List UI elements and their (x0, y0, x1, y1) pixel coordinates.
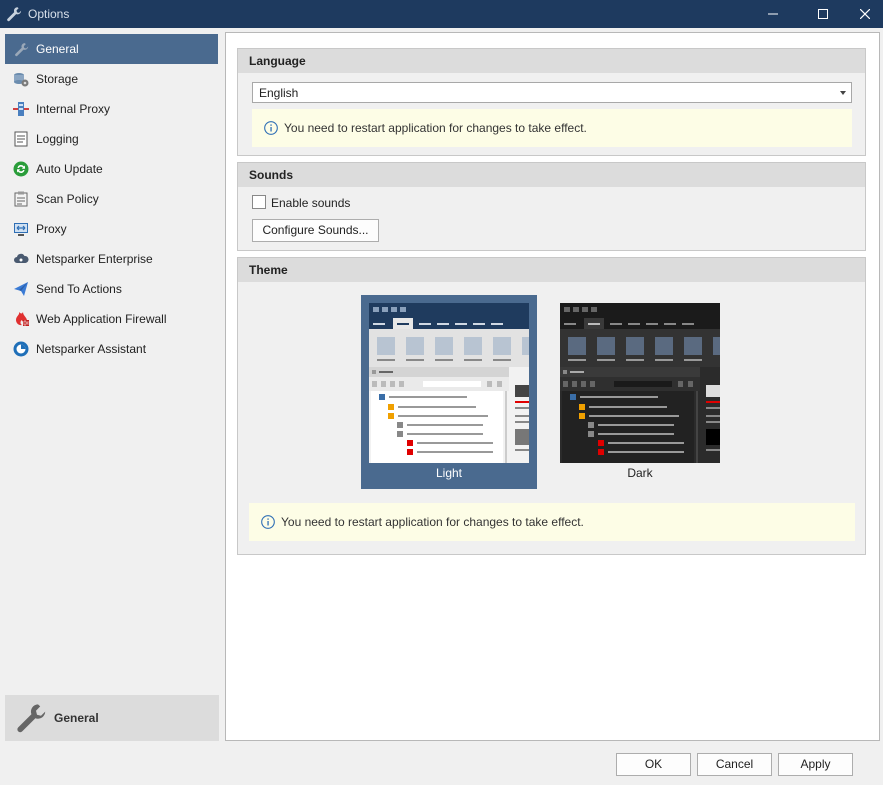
sidebar-item-label: Netsparker Enterprise (36, 252, 153, 266)
sidebar: General Storage Internal Proxy Logging A… (0, 28, 222, 785)
sidebar-item-auto-update[interactable]: Auto Update (5, 154, 218, 184)
wrench-icon (13, 41, 29, 57)
enable-sounds-label: Enable sounds (271, 196, 351, 210)
minimize-icon (768, 13, 778, 15)
language-select-value: English (259, 86, 299, 100)
wrench-icon (15, 702, 47, 734)
sidebar-item-label: Send To Actions (36, 282, 122, 296)
theme-option-light[interactable]: Light (361, 295, 537, 489)
sidebar-nav: General Storage Internal Proxy Logging A… (5, 34, 218, 364)
enable-sounds-checkbox[interactable] (252, 195, 266, 209)
maximize-icon (818, 9, 828, 19)
sounds-header: Sounds (238, 163, 865, 187)
theme-group: Theme Light Dark You need to restart app… (237, 257, 866, 555)
sidebar-item-label: Logging (36, 132, 79, 146)
sidebar-item-label: Netsparker Assistant (36, 342, 147, 356)
enterprise-icon (13, 251, 29, 267)
proxy-icon (13, 221, 29, 237)
title-bar: Options (0, 0, 883, 28)
language-restart-notice: You need to restart application for chan… (252, 109, 852, 147)
theme-restart-notice: You need to restart application for chan… (249, 503, 855, 541)
sidebar-item-label: Storage (36, 72, 79, 86)
close-button[interactable] (843, 0, 883, 28)
internal-proxy-icon (13, 101, 29, 117)
info-icon (261, 515, 275, 529)
storage-icon (13, 71, 29, 87)
sidebar-item-general[interactable]: General (5, 34, 218, 64)
language-header: Language (238, 49, 865, 73)
minimize-button[interactable] (751, 0, 795, 28)
language-group: Language English You need to restart app… (237, 48, 866, 156)
sidebar-item-label: Proxy (36, 222, 67, 236)
sidebar-item-internal-proxy[interactable]: Internal Proxy (5, 94, 218, 124)
dark-theme-preview (560, 303, 720, 463)
info-icon (264, 121, 278, 135)
sidebar-footer: General (5, 695, 219, 741)
window-title: Options (28, 7, 70, 21)
configure-sounds-button[interactable]: Configure Sounds... (252, 219, 379, 242)
send-icon (13, 281, 29, 297)
scan-policy-icon (13, 191, 29, 207)
light-theme-preview (369, 303, 529, 463)
chevron-down-icon (840, 91, 846, 95)
cancel-button[interactable]: Cancel (697, 753, 772, 776)
auto-update-icon (13, 161, 29, 177)
maximize-button[interactable] (801, 0, 845, 28)
sidebar-item-web-application-firewall[interactable]: Web Application Firewall (5, 304, 218, 334)
language-restart-text: You need to restart application for chan… (284, 121, 587, 135)
sidebar-item-label: Scan Policy (36, 192, 99, 206)
theme-option-dark[interactable]: Dark (552, 295, 728, 489)
sidebar-item-storage[interactable]: Storage (5, 64, 218, 94)
sidebar-item-label: Auto Update (36, 162, 103, 176)
apply-button[interactable]: Apply (778, 753, 853, 776)
logging-icon (13, 131, 29, 147)
sidebar-item-scan-policy[interactable]: Scan Policy (5, 184, 218, 214)
sidebar-item-netsparker-assistant[interactable]: Netsparker Assistant (5, 334, 218, 364)
sidebar-item-netsparker-enterprise[interactable]: Netsparker Enterprise (5, 244, 218, 274)
sidebar-item-logging[interactable]: Logging (5, 124, 218, 154)
ok-button[interactable]: OK (616, 753, 691, 776)
firewall-icon (13, 311, 29, 327)
theme-light-label: Light (435, 466, 463, 480)
theme-header: Theme (238, 258, 865, 282)
language-select[interactable]: English (252, 82, 852, 103)
sidebar-item-label: Internal Proxy (36, 102, 111, 116)
theme-restart-text: You need to restart application for chan… (281, 515, 584, 529)
options-content: Language English You need to restart app… (225, 32, 880, 741)
sidebar-item-label: Web Application Firewall (36, 312, 167, 326)
close-icon (860, 9, 870, 19)
assistant-icon (13, 341, 29, 357)
wrench-icon (6, 6, 22, 22)
sidebar-item-proxy[interactable]: Proxy (5, 214, 218, 244)
sidebar-item-send-to-actions[interactable]: Send To Actions (5, 274, 218, 304)
sidebar-item-label: General (36, 42, 79, 56)
sounds-group: Sounds Enable sounds Configure Sounds... (237, 162, 866, 251)
theme-dark-label: Dark (627, 466, 653, 480)
sidebar-footer-label: General (54, 711, 99, 725)
